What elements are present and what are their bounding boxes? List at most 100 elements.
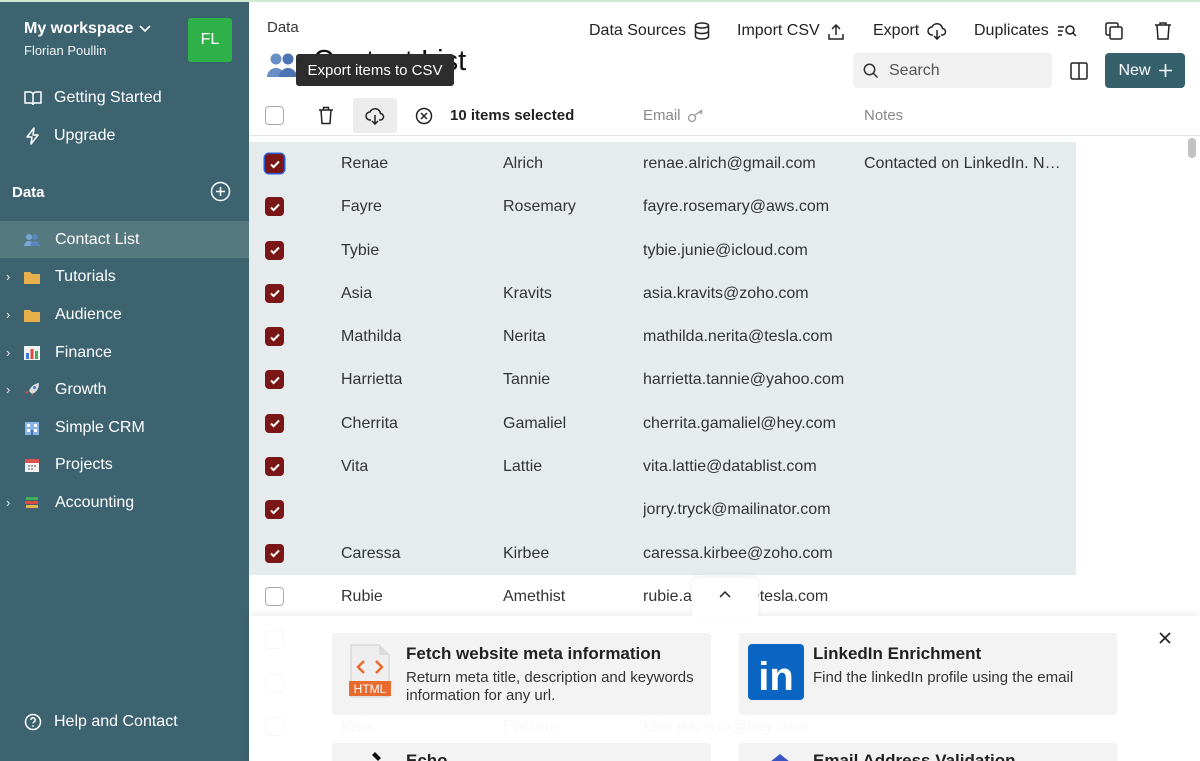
cell-email[interactable]: asia.kravits@zoho.com bbox=[643, 285, 809, 303]
tree-item-projects[interactable]: Projects bbox=[0, 446, 249, 483]
row-checkbox[interactable] bbox=[265, 586, 284, 606]
cell-email[interactable]: tybie.junie@icloud.com bbox=[643, 242, 808, 260]
row-checkbox[interactable] bbox=[265, 370, 284, 390]
tree-item-growth[interactable]: › Growth bbox=[0, 371, 249, 408]
books-icon bbox=[25, 496, 38, 508]
row-checkbox[interactable] bbox=[265, 154, 284, 173]
table-row[interactable]: Mathilda Nerita mathilda.nerita@tesla.com bbox=[249, 315, 1076, 359]
table-row[interactable]: Fayre Rosemary fayre.rosemary@aws.com bbox=[249, 185, 1076, 229]
enrichment-card-email-validation[interactable]: Email Address Validation bbox=[739, 743, 1117, 761]
table-row[interactable]: Tybie tybie.junie@icloud.com bbox=[249, 228, 1076, 272]
search-box[interactable] bbox=[853, 53, 1052, 88]
tree-item-accounting[interactable]: › Accounting bbox=[0, 484, 249, 521]
cell-first-name[interactable]: Harrietta bbox=[341, 371, 402, 389]
chevron-right-icon[interactable]: › bbox=[6, 269, 10, 284]
table-row[interactable]: Harrietta Tannie harrietta.tannie@yahoo.co… bbox=[249, 358, 1076, 402]
cell-last-name[interactable]: Gamaliel bbox=[503, 415, 566, 433]
nav-getting-started[interactable]: Getting Started bbox=[0, 79, 249, 117]
cell-email[interactable]: mathilda.nerita@tesla.com bbox=[643, 328, 833, 346]
tree-item-finance[interactable]: › Finance bbox=[0, 334, 249, 371]
cell-first-name[interactable]: Asia bbox=[341, 285, 372, 303]
cell-last-name[interactable]: Amethist bbox=[503, 588, 565, 606]
cell-first-name[interactable]: Rubie bbox=[341, 588, 383, 606]
cell-first-name[interactable]: Vita bbox=[341, 458, 368, 476]
split-view-icon[interactable] bbox=[1069, 61, 1089, 81]
trash-icon[interactable] bbox=[1153, 21, 1173, 41]
cell-email[interactable]: jorry.tryck@mailinator.com bbox=[643, 501, 831, 519]
cell-notes[interactable]: Contacted on LinkedIn. Next step: send a… bbox=[864, 155, 1069, 173]
close-panel-icon[interactable] bbox=[1157, 630, 1173, 646]
export-button[interactable]: Export bbox=[873, 18, 947, 44]
table-row[interactable]: Renae Alrich renae.alrich@gmail.com Contact… bbox=[249, 142, 1076, 186]
row-checkbox[interactable] bbox=[265, 500, 284, 520]
cell-first-name[interactable]: Renae bbox=[341, 155, 388, 173]
bolt-icon bbox=[24, 127, 42, 145]
cell-email[interactable]: renae.alrich@gmail.com bbox=[643, 155, 816, 173]
tree-item-tutorials[interactable]: › Tutorials bbox=[0, 258, 249, 295]
column-header-notes[interactable]: Notes bbox=[864, 107, 903, 124]
enrichment-card-linkedin[interactable]: in LinkedIn Enrichment Find the linkedIn… bbox=[739, 633, 1117, 715]
row-checkbox[interactable] bbox=[265, 197, 284, 217]
nav-upgrade[interactable]: Upgrade bbox=[0, 117, 249, 155]
table-row[interactable]: jorry.tryck@mailinator.com bbox=[249, 488, 1076, 532]
clear-selection-icon[interactable] bbox=[415, 107, 433, 125]
tree-item-simple-crm[interactable]: Simple CRM bbox=[0, 409, 249, 446]
row-checkbox[interactable] bbox=[265, 283, 284, 303]
trash-icon[interactable] bbox=[318, 106, 334, 125]
table-row[interactable]: Vita Lattie vita.lattie@datablist.com bbox=[249, 445, 1076, 489]
row-checkbox[interactable] bbox=[265, 240, 284, 260]
cell-last-name[interactable]: Kravits bbox=[503, 285, 552, 303]
table-row[interactable]: Cherrita Gamaliel cherrita.gamaliel@hey.co… bbox=[249, 401, 1076, 446]
table-row[interactable]: Asia Kravits asia.kravits@zoho.com bbox=[249, 271, 1076, 316]
chevron-right-icon[interactable]: › bbox=[6, 382, 10, 397]
enrichment-card-echo[interactable]: Echo bbox=[332, 743, 711, 761]
chevron-right-icon[interactable]: › bbox=[6, 345, 10, 360]
cell-last-name[interactable]: Rosemary bbox=[503, 198, 576, 216]
cell-first-name[interactable]: Mathilda bbox=[341, 328, 401, 346]
copy-icon[interactable] bbox=[1104, 21, 1124, 41]
cell-email[interactable]: vita.lattie@datablist.com bbox=[643, 458, 817, 476]
row-checkbox[interactable] bbox=[265, 543, 284, 563]
select-all-checkbox[interactable] bbox=[265, 106, 284, 125]
vertical-scrollbar[interactable] bbox=[1188, 138, 1196, 158]
search-input[interactable] bbox=[889, 61, 1039, 80]
cell-last-name[interactable]: Kirbee bbox=[503, 545, 549, 563]
cell-email[interactable]: caressa.kirbee@zoho.com bbox=[643, 545, 833, 563]
cell-last-name[interactable]: Tannie bbox=[503, 371, 550, 389]
enrichment-card-website-meta[interactable]: HTML Fetch website meta information Retu… bbox=[332, 633, 711, 715]
add-collection-icon[interactable] bbox=[210, 181, 231, 202]
cell-last-name[interactable]: Lattie bbox=[503, 458, 542, 476]
validation-icon bbox=[771, 754, 789, 761]
cell-first-name[interactable]: Caressa bbox=[341, 545, 401, 563]
import-csv-button[interactable]: Import CSV bbox=[737, 18, 844, 44]
collapse-panel-tab[interactable] bbox=[692, 578, 758, 618]
tree-item-contact-list[interactable]: Contact List bbox=[0, 221, 249, 258]
selection-count: 10 items selected bbox=[450, 107, 575, 124]
new-button[interactable]: New bbox=[1105, 53, 1185, 88]
row-checkbox[interactable] bbox=[265, 413, 284, 433]
duplicates-button[interactable]: Duplicates bbox=[974, 18, 1077, 44]
cell-first-name[interactable]: Fayre bbox=[341, 198, 382, 216]
key-icon bbox=[687, 108, 703, 122]
help-and-contact[interactable]: Help and Contact bbox=[24, 713, 178, 731]
avatar[interactable]: FL bbox=[188, 18, 232, 62]
cell-email[interactable]: harrietta.tannie@yahoo.com bbox=[643, 371, 844, 389]
data-sources-button[interactable]: Data Sources bbox=[589, 18, 710, 44]
row-checkbox[interactable] bbox=[265, 457, 284, 477]
cell-first-name[interactable]: Tybie bbox=[341, 242, 379, 260]
breadcrumb[interactable]: Data bbox=[267, 19, 299, 36]
cell-email[interactable]: fayre.rosemary@aws.com bbox=[643, 198, 829, 216]
column-header-email[interactable]: Email bbox=[643, 107, 705, 124]
table-row[interactable]: Caressa Kirbee caressa.kirbee@zoho.com bbox=[249, 531, 1076, 575]
tree-item-audience[interactable]: › Audience bbox=[0, 296, 249, 333]
workspace-switcher[interactable]: My workspace Florian Poullin bbox=[24, 20, 151, 58]
cell-last-name[interactable]: Nerita bbox=[503, 328, 546, 346]
chevron-right-icon[interactable]: › bbox=[6, 495, 10, 510]
plus-icon bbox=[1158, 64, 1172, 77]
cell-first-name[interactable]: Cherrita bbox=[341, 415, 398, 433]
row-checkbox[interactable] bbox=[265, 327, 284, 347]
cell-last-name[interactable]: Alrich bbox=[503, 155, 543, 173]
chevron-up-icon bbox=[719, 590, 731, 598]
chevron-right-icon[interactable]: › bbox=[6, 307, 10, 322]
cell-email[interactable]: cherrita.gamaliel@hey.com bbox=[643, 415, 836, 433]
